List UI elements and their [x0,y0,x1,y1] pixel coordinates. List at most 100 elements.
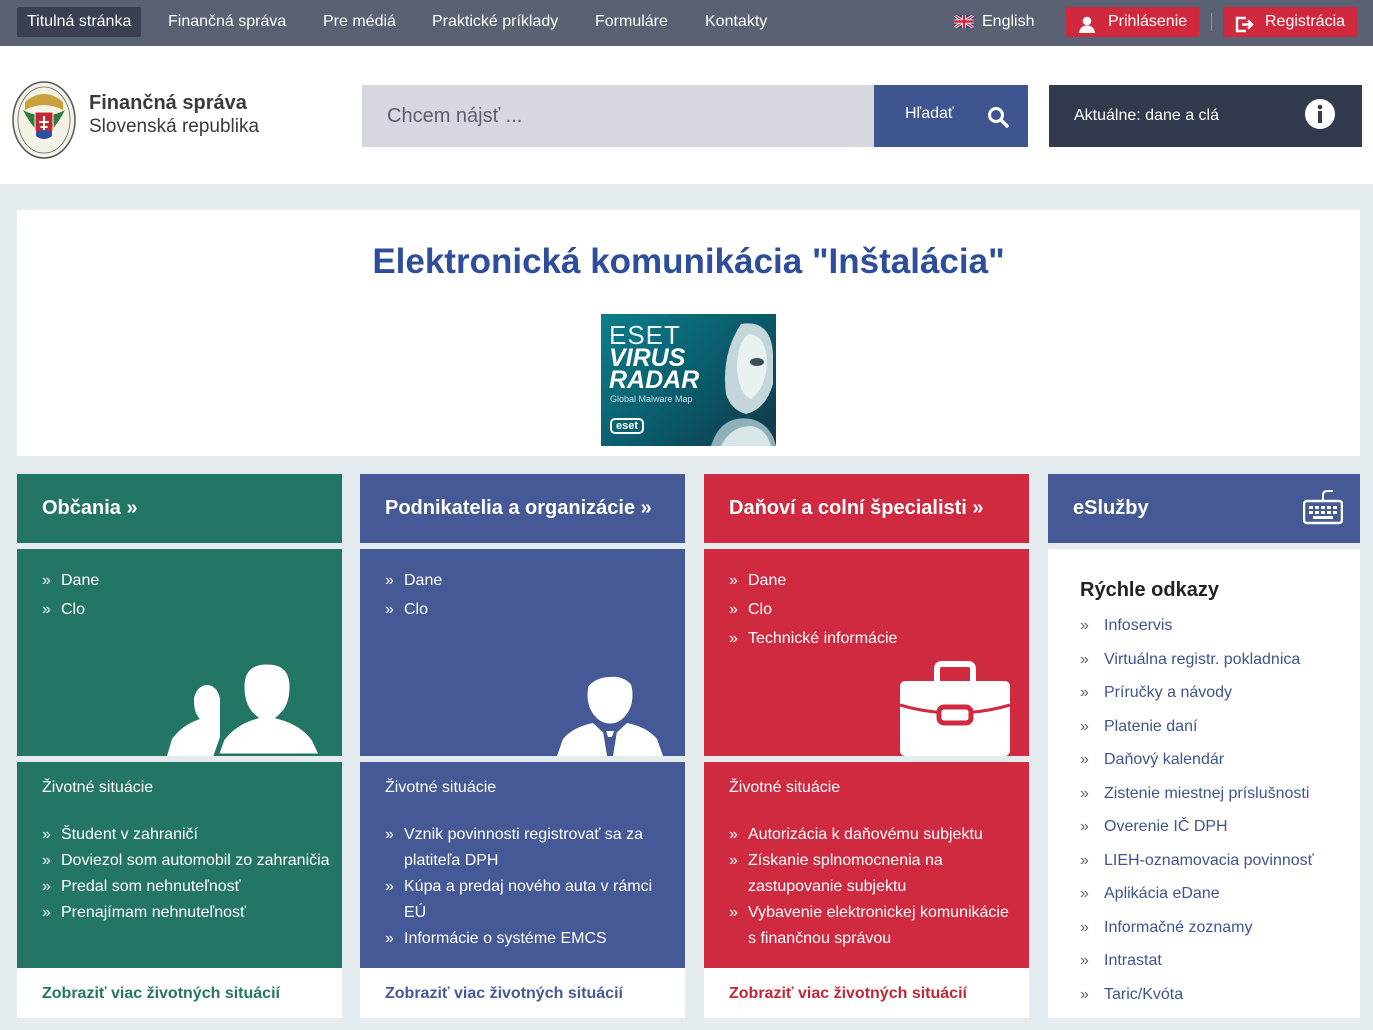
specialisti-more-label: Zobraziť viac životných situácií [729,985,967,1002]
news-button-label: Aktuálne: dane a clá [1074,107,1219,124]
obcania-links: Dane Clo [42,571,99,629]
banner-title[interactable]: Elektronická komunikácia "Inštalácia" [17,242,1360,282]
specialisti-life-title: Životné situácie [729,779,841,796]
specialisti-links-panel: Dane Clo Technické informácie [704,549,1029,756]
login-label: Prihlásenie [1108,13,1188,30]
language-switch[interactable]: English [953,7,1035,39]
login-button[interactable]: Prihlásenie [1066,7,1200,37]
quick-link[interactable]: LIEH-oznamovacia povinnosť [1080,849,1314,883]
quick-links-title: Rýchle odkazy [1080,579,1219,601]
podnikatelia-life-situations: Životné situácie Vznik povinnosti regist… [360,762,685,968]
quick-link[interactable]: Daňový kalendár [1080,748,1314,782]
nav-titulna-stranka[interactable]: Titulná stránka [17,7,142,37]
search-input[interactable] [362,85,874,147]
nav-formulare[interactable]: Formuláre [595,7,668,37]
news-button[interactable]: Aktuálne: dane a clá [1049,85,1362,147]
search-icon [987,106,1009,133]
life-item[interactable]: Informácie o systéme EMCS [385,926,665,952]
obcania-life-situations: Životné situácie Študent v zahraničí Dov… [17,762,342,968]
obcania-more-label: Zobraziť viac životných situácií [42,985,280,1002]
podnikatelia-heading-label: Podnikatelia a organizácie » [385,497,652,519]
briefcase-icon [899,661,1011,756]
life-item[interactable]: Autorizácia k daňovému subjektu [729,822,1021,848]
obcania-heading[interactable]: Občania » [17,474,342,543]
search-button[interactable]: Hľadať [874,85,1028,147]
obcania-more-link[interactable]: Zobraziť viac životných situácií [17,968,342,1018]
nav-prakticke-priklady[interactable]: Praktické príklady [432,7,558,37]
podnikatelia-life-title: Životné situácie [385,779,497,796]
specialisti-link-technicke[interactable]: Technické informácie [729,629,897,658]
quick-link[interactable]: Taric/Kvóta [1080,983,1314,1017]
life-item[interactable]: Prenajímam nehnuteľnosť [42,900,337,926]
quick-link[interactable]: Overenie IČ DPH [1080,815,1314,849]
podnikatelia-links-panel: Dane Clo [360,549,685,756]
top-navigation: Titulná stránka Finančná správa Pre médi… [0,0,1373,46]
ad-line-radar: RADAR [609,366,700,394]
obcania-life-list: Študent v zahraničí Doviezol som automob… [42,822,337,926]
life-item[interactable]: Predal som nehnuteľnosť [42,874,337,900]
nav-pre-media[interactable]: Pre médiá [323,7,396,37]
quick-links-panel: Rýchle odkazy Infoservis Virtuálna regis… [1048,549,1360,1018]
nav-financna-sprava[interactable]: Finančná správa [168,7,286,37]
sign-in-icon [1235,14,1255,44]
nav-divider [1211,13,1212,31]
esluzby-heading-label: eSlužby [1073,497,1149,519]
language-label: English [982,13,1035,30]
podnikatelia-more-link[interactable]: Zobraziť viac životných situácií [360,968,685,1018]
podnikatelia-link-clo[interactable]: Clo [385,600,442,629]
podnikatelia-links: Dane Clo [385,571,442,629]
register-button[interactable]: Registrácia [1223,7,1358,37]
quick-link[interactable]: Platenie daní [1080,715,1314,749]
podnikatelia-life-list: Vznik povinnosti registrovať sa za plati… [385,822,665,952]
specialisti-link-dane[interactable]: Dane [729,571,897,600]
obcania-link-dane[interactable]: Dane [42,571,99,600]
businessman-icon [557,663,663,756]
quick-link[interactable]: Príručky a návody [1080,681,1314,715]
user-icon [1078,14,1096,44]
specialisti-heading-label: Daňoví a colní špecialisti » [729,497,984,519]
life-item[interactable]: Doviezol som automobil zo zahraničia [42,848,337,874]
obcania-link-clo[interactable]: Clo [42,600,99,629]
ad-line-subtitle: Global Malware Map [610,394,693,404]
coat-of-arms-icon[interactable] [11,80,77,165]
quick-link[interactable]: Intrastat [1080,949,1314,983]
quick-link[interactable]: Virtuálna registr. pokladnica [1080,648,1314,682]
obcania-links-panel: Dane Clo [17,549,342,756]
quick-links-list: Infoservis Virtuálna registr. pokladnica… [1080,614,1314,1016]
logo-title[interactable]: Finančná správa [89,92,247,115]
obcania-life-title: Životné situácie [42,779,154,796]
podnikatelia-link-dane[interactable]: Dane [385,571,442,600]
register-label: Registrácia [1265,13,1346,30]
search-button-label: Hľadať [905,105,954,122]
quick-link[interactable]: Zistenie miestnej príslušnosti [1080,782,1314,816]
life-item[interactable]: Kúpa a predaj nového auta v rámci EÚ [385,874,665,926]
quick-link[interactable]: Aplikácia eDane [1080,882,1314,916]
life-item[interactable]: Vznik povinnosti registrovať sa za plati… [385,822,665,874]
specialisti-links: Dane Clo Technické informácie [729,571,897,658]
quick-link[interactable]: Infoservis [1080,614,1314,648]
obcania-heading-label: Občania » [42,497,138,519]
ad-brand-logo: eset [610,418,645,434]
life-item[interactable]: Získanie splnomocnenia na zastupovanie s… [729,848,1021,900]
quick-link[interactable]: Informačné zoznamy [1080,916,1314,950]
nav-kontakty[interactable]: Kontakty [705,7,767,37]
keyboard-icon [1302,489,1344,531]
info-icon [1304,98,1336,135]
eset-virus-radar-ad[interactable]: ESET VIRUS RADAR Global Malware Map eset [601,314,776,446]
logo-subtitle[interactable]: Slovenská republika [89,116,259,138]
esluzby-heading[interactable]: eSlužby [1048,474,1360,543]
people-icon [167,659,325,756]
life-item[interactable]: Študent v zahraničí [42,822,337,848]
specialisti-life-list: Autorizácia k daňovému subjektu Získanie… [729,822,1021,952]
specialisti-heading[interactable]: Daňoví a colní špecialisti » [704,474,1029,543]
uk-flag-icon [953,9,975,39]
robot-illustration-icon [711,323,776,446]
podnikatelia-heading[interactable]: Podnikatelia a organizácie » [360,474,685,543]
site-header: Finančná správa Slovenská republika Hľad… [0,46,1373,184]
specialisti-more-link[interactable]: Zobraziť viac životných situácií [704,968,1029,1018]
podnikatelia-more-label: Zobraziť viac životných situácií [385,985,623,1002]
life-item[interactable]: Vybavenie elektronickej komunikácie s fi… [729,900,1021,952]
specialisti-link-clo[interactable]: Clo [729,600,897,629]
specialisti-life-situations: Životné situácie Autorizácia k daňovému … [704,762,1029,968]
promo-banner: Elektronická komunikácia "Inštalácia" ES… [17,210,1360,456]
